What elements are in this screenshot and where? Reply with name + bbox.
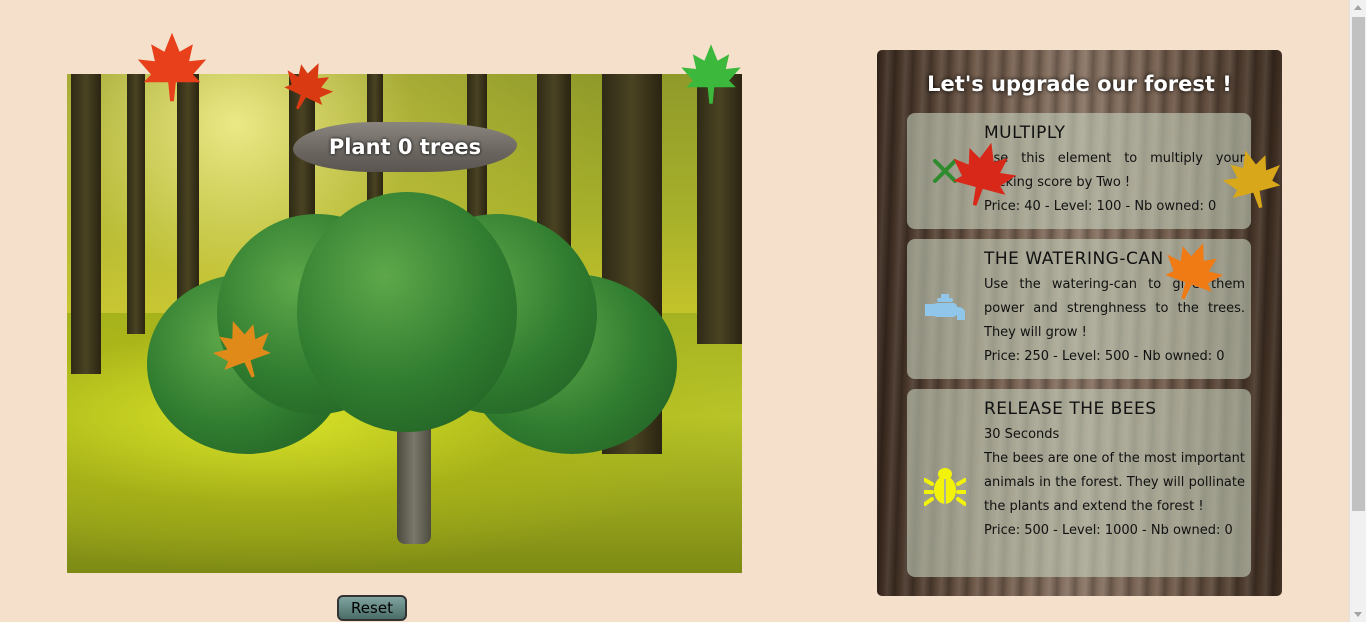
scroll-up-icon[interactable] <box>1354 5 1362 10</box>
plant-counter-text: Plant 0 trees <box>328 135 482 159</box>
panel-title: Let's upgrade our forest ! <box>927 72 1232 96</box>
bug-icon <box>921 461 969 509</box>
background-trunk <box>127 74 145 334</box>
plant-counter-sign: Plant 0 trees <box>293 122 517 172</box>
upgrade-panel: Let's upgrade our forest ! MULTIPLY Use … <box>877 50 1282 596</box>
forest-scene[interactable]: Plant 0 trees <box>67 74 742 573</box>
background-trunk <box>697 74 742 344</box>
item-description: The bees are one of the most important a… <box>984 451 1245 514</box>
item-description: Use the watering-can to give them power … <box>984 277 1245 340</box>
item-name: THE WATERING-CAN <box>984 249 1164 269</box>
item-name: RELEASE THE BEES <box>984 399 1157 419</box>
background-trunk <box>71 74 101 374</box>
item-meta: Price: 40 - Level: 100 - Nb owned: 0 <box>984 199 1217 214</box>
upgrade-item-multiply[interactable]: MULTIPLY Use this element to multiply yo… <box>907 113 1251 229</box>
upgrade-item-watering-can[interactable]: THE WATERING-CAN Use the watering-can to… <box>907 239 1251 379</box>
page-scrollbar[interactable] <box>1349 0 1366 622</box>
x-icon <box>921 151 969 191</box>
scrollbar-thumb[interactable] <box>1352 17 1365 511</box>
faucet-icon <box>921 289 969 329</box>
item-duration: 30 Seconds <box>984 427 1060 442</box>
item-meta: Price: 500 - Level: 1000 - Nb owned: 0 <box>984 523 1233 538</box>
item-meta: Price: 250 - Level: 500 - Nb owned: 0 <box>984 349 1225 364</box>
scroll-down-icon[interactable] <box>1354 612 1362 617</box>
tree-trunk <box>397 414 431 544</box>
item-name: MULTIPLY <box>984 123 1066 143</box>
item-description: Use this element to multiply your clicki… <box>984 151 1245 190</box>
reset-button[interactable]: Reset <box>337 595 407 621</box>
upgrade-item-bees[interactable]: RELEASE THE BEES 30 Seconds The bees are… <box>907 389 1251 577</box>
